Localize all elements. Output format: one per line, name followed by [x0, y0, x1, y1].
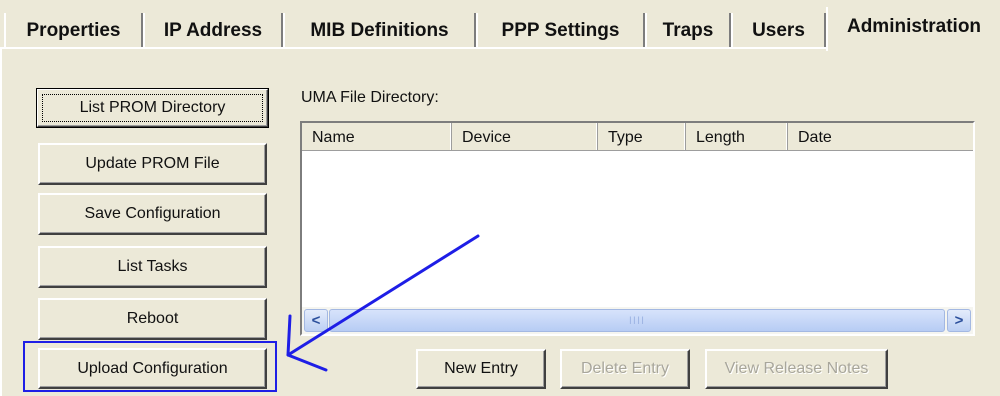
- administration-window: Properties IP Address MIB Definitions PP…: [0, 0, 1000, 396]
- annotation-arrow-icon: [286, 234, 480, 372]
